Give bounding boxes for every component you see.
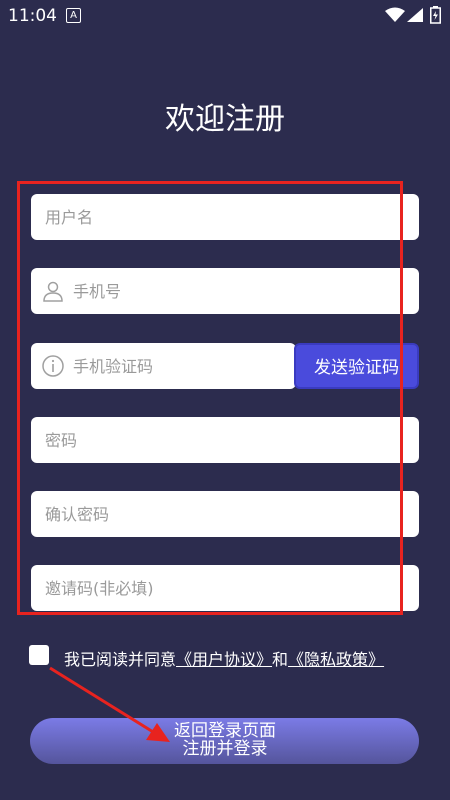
phone-input[interactable]: [73, 268, 403, 314]
annotation-box: [17, 181, 403, 615]
confirm-password-input[interactable]: [45, 491, 405, 537]
info-icon: [42, 355, 64, 377]
agreement-row: 我已阅读并同意《用户协议》和《隐私政策》: [29, 644, 429, 670]
page-title: 欢迎注册: [165, 102, 285, 137]
privacy-policy-link[interactable]: 《隐私政策》: [288, 650, 384, 669]
invite-code-input[interactable]: [45, 565, 405, 611]
phone-field[interactable]: [31, 268, 419, 314]
agreement-and: 和: [272, 650, 289, 669]
agree-checkbox[interactable]: [29, 645, 49, 665]
register-login-label: 注册并登录: [182, 739, 268, 759]
wifi-icon: [385, 7, 405, 22]
user-icon: [43, 281, 63, 302]
sms-code-input[interactable]: [73, 343, 288, 389]
user-agreement-link[interactable]: 《用户协议》: [176, 650, 272, 669]
agreement-text: 我已阅读并同意《用户协议》和《隐私政策》: [64, 646, 384, 670]
invite-code-field[interactable]: [31, 565, 419, 611]
username-input[interactable]: [45, 194, 405, 240]
username-field[interactable]: [31, 194, 419, 240]
signal-icon: [407, 8, 423, 22]
password-input[interactable]: [45, 417, 405, 463]
notification-icon: A: [66, 8, 81, 23]
battery-icon: [430, 6, 441, 24]
send-code-button[interactable]: 发送验证码: [294, 343, 419, 389]
agreement-prefix: 我已阅读并同意: [64, 650, 177, 669]
password-field[interactable]: [31, 417, 419, 463]
status-time: 11:04: [8, 6, 57, 26]
confirm-password-field[interactable]: [31, 491, 419, 537]
sms-code-field[interactable]: [31, 343, 296, 389]
status-bar: 11:04 A: [0, 0, 450, 32]
